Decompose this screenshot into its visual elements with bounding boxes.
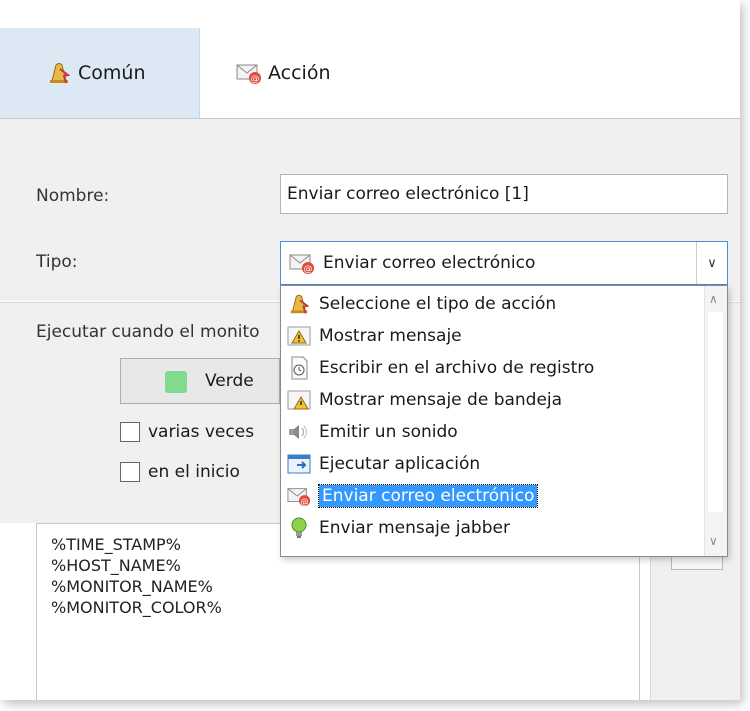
- scroll-up-icon[interactable]: ∧: [709, 292, 718, 306]
- green-swatch: [165, 371, 187, 393]
- dropdown-item-label: Enviar correo electrónico: [317, 484, 539, 508]
- dropdown-item[interactable]: Escribir en el archivo de registro: [287, 352, 594, 384]
- jabber-bulb-icon: [287, 516, 311, 540]
- type-select[interactable]: @ Enviar correo electrónico ∨: [280, 241, 728, 285]
- name-input-value: Enviar correo electrónico [1]: [287, 184, 529, 204]
- dropdown-item[interactable]: Ejecutar aplicación: [287, 448, 480, 480]
- tab-accion-label: Acción: [268, 62, 331, 84]
- color-verde-button[interactable]: Verde: [120, 358, 280, 404]
- checkbox-multiple-label: varias veces: [148, 422, 255, 442]
- bell-alert-icon: [287, 292, 311, 316]
- dropdown-item[interactable]: Emitir un sonido: [287, 416, 458, 448]
- checkbox-start[interactable]: en el inicio: [120, 462, 240, 482]
- svg-text:@: @: [251, 75, 260, 85]
- checkbox-multiple[interactable]: varias veces: [120, 422, 254, 442]
- name-input[interactable]: Enviar correo electrónico [1]: [280, 174, 728, 214]
- dropdown-item[interactable]: Mostrar mensaje: [287, 320, 462, 352]
- tab-bar: Común @ Acción: [0, 28, 740, 119]
- dropdown-item-label: Mostrar mensaje: [319, 326, 462, 346]
- tab-comun[interactable]: Común: [0, 28, 200, 118]
- execute-label: Ejecutar cuando el monito: [36, 322, 260, 342]
- tab-comun-label: Común: [78, 62, 146, 84]
- color-verde-label: Verde: [205, 371, 254, 391]
- dropdown-item-label: Seleccione el tipo de acción: [319, 294, 557, 314]
- warning-icon: [287, 324, 311, 348]
- dropdown-item-label: Emitir un sonido: [319, 422, 458, 442]
- checkbox-box[interactable]: [120, 422, 140, 442]
- chevron-down-icon[interactable]: ∨: [696, 242, 727, 284]
- dropdown-item-label: Ejecutar aplicación: [319, 454, 481, 474]
- dropdown-item[interactable]: Mostrar mensaje de bandeja: [287, 384, 562, 416]
- scroll-down-icon[interactable]: ∨: [709, 534, 718, 548]
- dropdown-item-label: Enviar mensaje jabber: [319, 518, 510, 538]
- dropdown-item[interactable]: Enviar mensaje jabber: [287, 512, 510, 544]
- log-file-icon: [287, 356, 311, 380]
- dropdown-scrollbar[interactable]: ∧ ∨: [704, 286, 727, 556]
- dropdown-item-label: Escribir en el archivo de registro: [319, 358, 595, 378]
- name-label: Nombre:: [36, 186, 110, 206]
- window-frame: Común @ Acción Nombre: Enviar correo ele…: [0, 0, 740, 700]
- bell-alert-icon: [46, 61, 72, 85]
- checkbox-box[interactable]: [120, 462, 140, 482]
- type-select-value: Enviar correo electrónico: [323, 253, 536, 273]
- svg-text:@: @: [304, 265, 313, 275]
- mail-icon: @: [289, 251, 315, 275]
- mail-icon: @: [236, 61, 262, 85]
- dropdown-item[interactable]: Seleccione el tipo de acción: [287, 288, 556, 320]
- mail-icon: @: [287, 484, 311, 508]
- dropdown-item-label: Mostrar mensaje de bandeja: [319, 390, 563, 410]
- run-app-icon: [287, 452, 311, 476]
- type-dropdown-list[interactable]: Seleccione el tipo de acción Mostrar men…: [280, 285, 728, 557]
- tab-accion[interactable]: @ Acción: [236, 28, 331, 118]
- speaker-icon: [287, 420, 311, 444]
- svg-text:@: @: [300, 496, 308, 506]
- checkbox-start-label: en el inicio: [148, 462, 240, 482]
- dropdown-item-selected[interactable]: @ Enviar correo electrónico: [287, 480, 539, 512]
- type-label: Tipo:: [36, 252, 78, 272]
- tray-warning-icon: [287, 388, 311, 412]
- scrollbar-thumb[interactable]: [708, 312, 723, 512]
